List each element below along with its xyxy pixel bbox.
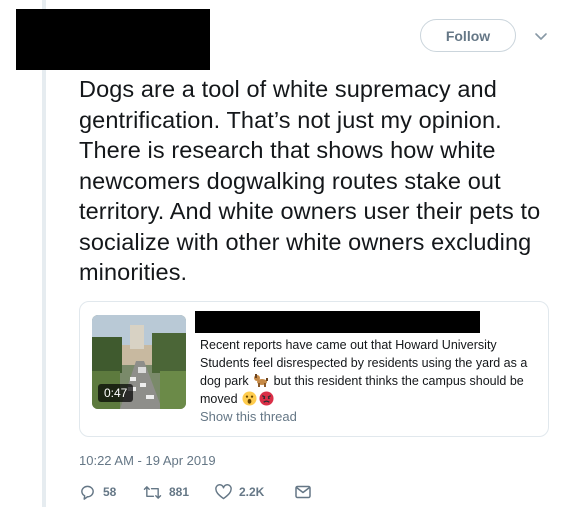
message-button[interactable] bbox=[295, 485, 318, 499]
video-duration: 0:47 bbox=[98, 384, 134, 402]
like-count: 2.2K bbox=[239, 485, 265, 499]
retweet-count: 881 bbox=[169, 485, 190, 499]
follow-button[interactable]: Follow bbox=[420, 19, 516, 52]
astonished-face-emoji bbox=[242, 390, 257, 406]
angry-face-emoji bbox=[259, 390, 274, 406]
retweet-icon bbox=[143, 485, 162, 499]
reply-icon bbox=[81, 485, 94, 500]
reply-button[interactable]: 58 bbox=[79, 484, 143, 501]
like-icon bbox=[215, 484, 232, 500]
quoted-tweet-card[interactable]: 0:47 Recent reports have came out that H… bbox=[79, 301, 549, 437]
chevron-down-icon[interactable] bbox=[533, 28, 549, 44]
tweet-text: Dogs are a tool of white supremacy and g… bbox=[79, 76, 541, 285]
message-icon bbox=[295, 485, 311, 499]
quoted-tweet-text: Recent reports have came out that Howard… bbox=[200, 337, 540, 408]
reply-count: 58 bbox=[103, 485, 117, 499]
tweet-timestamp[interactable]: 10:22 AM - 19 Apr 2019 bbox=[79, 453, 216, 468]
like-button[interactable]: 2.2K bbox=[215, 484, 295, 500]
tweet-actions: 58 881 2.2K bbox=[79, 482, 318, 502]
redacted-quoted-author bbox=[195, 311, 480, 333]
redacted-author-block bbox=[16, 9, 210, 70]
thread-line bbox=[42, 0, 46, 507]
dog-emoji bbox=[254, 374, 269, 387]
video-thumbnail[interactable]: 0:47 bbox=[92, 315, 186, 409]
show-thread-link[interactable]: Show this thread bbox=[200, 409, 297, 424]
retweet-button[interactable]: 881 bbox=[143, 484, 215, 501]
